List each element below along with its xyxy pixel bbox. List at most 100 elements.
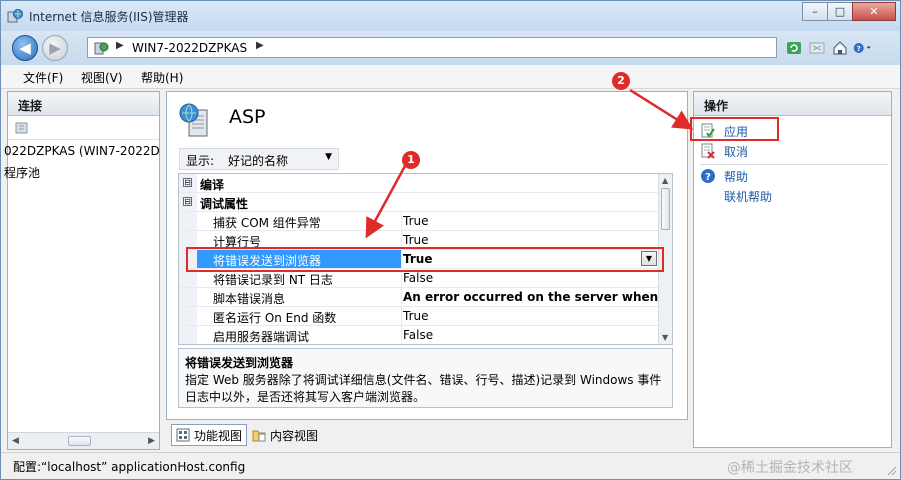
description-text: 指定 Web 服务器除了将调试详细信息(文件名、错误、行号、描述)记录到 Win… (185, 373, 662, 404)
help-action[interactable]: ? 帮助 (700, 167, 748, 185)
tab-content-view[interactable]: 内容视图 (248, 424, 322, 446)
tab-features-view[interactable]: 功能视图 (171, 424, 248, 446)
collapse-icon[interactable]: ⊟ (183, 197, 192, 206)
scroll-thumb[interactable] (661, 188, 670, 230)
stop-button[interactable] (807, 38, 827, 58)
home-icon (833, 41, 847, 55)
chevron-down-icon[interactable]: ▼ (325, 152, 332, 162)
arrow-left-icon: ◀ (19, 39, 31, 57)
back-button[interactable]: ◀ (12, 35, 38, 61)
property-value[interactable]: True (401, 212, 659, 230)
annotation-badge-2: 2 (612, 72, 630, 90)
minimize-button[interactable]: – (802, 2, 828, 21)
breadcrumb-separator[interactable]: ▶ (116, 40, 124, 51)
refresh-button[interactable] (784, 38, 804, 58)
grid-row[interactable]: 匿名运行 On End 函数 True (179, 307, 659, 326)
menu-help[interactable]: 帮助(H) (141, 69, 183, 86)
grid-gutter (179, 326, 197, 344)
scroll-right-icon[interactable]: ▶ (148, 436, 155, 446)
grid-row[interactable]: 启用服务器端调试 False (179, 326, 659, 344)
svg-text:?: ? (705, 172, 711, 183)
property-name: 将错误记录到 NT 日志 (213, 273, 333, 287)
connect-icon[interactable] (14, 120, 30, 136)
category-label: 调试属性 (200, 197, 249, 211)
menu-file[interactable]: 文件(F) (23, 69, 63, 86)
category-label: 编译 (200, 178, 225, 192)
maximize-button[interactable]: □ (827, 2, 853, 21)
scroll-thumb[interactable] (68, 436, 91, 446)
connections-horizontal-scrollbar[interactable]: ◀ ▶ (8, 432, 159, 449)
cancel-label[interactable]: 取消 (724, 143, 748, 160)
home-button[interactable] (830, 38, 850, 58)
property-value[interactable]: True (401, 307, 659, 325)
scroll-left-icon[interactable]: ◀ (12, 436, 19, 446)
actions-header: 操作 (694, 92, 891, 116)
grid-gutter (179, 212, 197, 230)
title-bar: Internet 信息服务(IIS)管理器 – □ ✕ (1, 1, 900, 31)
help-label[interactable]: 帮助 (724, 168, 748, 185)
features-view-icon (176, 428, 190, 442)
online-help-action[interactable]: 联机帮助 (724, 187, 772, 205)
breadcrumb-server[interactable]: WIN7-2022DZPKAS (132, 41, 247, 55)
online-help-label[interactable]: 联机帮助 (724, 188, 772, 205)
iis-manager-icon (7, 9, 23, 23)
display-mode-select[interactable]: 显示: 好记的名称 ▼ (179, 148, 339, 170)
grid-row[interactable]: 脚本错误消息 An error occurred on the server w… (179, 288, 659, 307)
menu-view[interactable]: 视图(V) (81, 69, 123, 86)
annotation-badge-1: 1 (402, 151, 420, 169)
property-name: 匿名运行 On End 函数 (213, 311, 337, 325)
cancel-action[interactable]: 取消 (700, 142, 748, 160)
description-title: 将错误发送到浏览器 (185, 356, 294, 370)
status-text: 配置:“localhost” applicationHost.config (13, 460, 246, 474)
help-icon: ? (853, 43, 871, 53)
breadcrumb-separator[interactable]: ▶ (256, 40, 264, 51)
help-menu-button[interactable]: ? (853, 38, 873, 58)
scroll-up-icon[interactable]: ▲ (662, 176, 668, 185)
window-controls: – □ ✕ (802, 2, 896, 22)
resize-grip-icon[interactable] (885, 464, 897, 476)
forward-button[interactable]: ▶ (42, 35, 68, 61)
property-name: 脚本错误消息 (213, 292, 286, 306)
navigation-bar: ◀ ▶ ▶ WIN7-2022DZPKAS ▶ ? (1, 31, 900, 65)
refresh-icon (787, 42, 801, 54)
tab-label: 功能视图 (194, 428, 243, 443)
cancel-icon (701, 143, 715, 159)
connections-toolbar (8, 116, 159, 140)
view-tabs: 功能视图 内容视图 (166, 422, 688, 448)
property-name: 启用服务器端调试 (213, 330, 310, 344)
actions-divider (700, 164, 888, 165)
grid-category-debug[interactable]: ⊟ 调试属性 (179, 193, 659, 212)
tree-item-app-pools[interactable]: 程序池 (4, 164, 40, 181)
grid-gutter (179, 288, 197, 306)
grid-gutter: ⊟ (179, 193, 197, 211)
scroll-down-icon[interactable]: ▼ (662, 333, 668, 342)
help-icon: ? (701, 169, 715, 183)
display-value[interactable]: 好记的名称 (228, 152, 288, 169)
menu-bar: 文件(F) 视图(V) 帮助(H) (1, 65, 900, 89)
content-view-icon (252, 430, 266, 442)
tree-item-server[interactable]: 022DZPKAS (WIN7-2022D (4, 144, 160, 158)
property-value[interactable]: An error occurred on the server when pro (401, 288, 659, 306)
arrow-right-icon: ▶ (49, 39, 61, 57)
iis-manager-window: Internet 信息服务(IIS)管理器 – □ ✕ ◀ ▶ ▶ WIN7-2… (0, 0, 901, 480)
grid-gutter: ⊟ (179, 174, 197, 192)
stop-icon (809, 42, 825, 54)
address-bar[interactable]: ▶ WIN7-2022DZPKAS ▶ (87, 37, 777, 58)
tab-label: 内容视图 (270, 428, 319, 443)
grid-row[interactable]: 捕获 COM 组件异常 True (179, 212, 659, 231)
grid-category-compile[interactable]: ⊟ 编译 (179, 174, 659, 193)
actions-pane: 操作 应用 取消 ? 帮助 联机帮助 (693, 91, 892, 448)
window-title: Internet 信息服务(IIS)管理器 (29, 10, 189, 24)
status-bar: 配置:“localhost” applicationHost.config @稀… (1, 452, 900, 479)
connections-pane: 连接 022DZPKAS (WIN7-2022D 程序池 ◀ ▶ (4, 91, 160, 450)
property-description-panel: 将错误发送到浏览器 指定 Web 服务器除了将调试详细信息(文件名、错误、行号、… (178, 348, 673, 408)
close-button[interactable]: ✕ (852, 2, 896, 21)
collapse-icon[interactable]: ⊟ (183, 178, 192, 187)
annotation-highlight-send-errors (186, 247, 664, 272)
property-value[interactable]: False (401, 326, 659, 344)
feature-title: ASP (229, 106, 266, 128)
connections-header: 连接 (8, 92, 159, 116)
watermark: @稀土掘金技术社区 (727, 460, 853, 476)
server-icon (94, 42, 109, 55)
asp-feature-icon (179, 103, 208, 137)
